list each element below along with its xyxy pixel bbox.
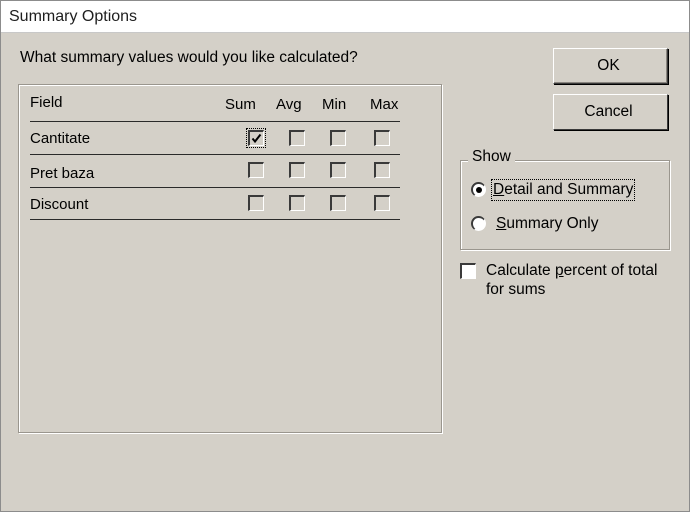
question-label: What summary values would you like calcu… [20,49,358,66]
field-label-cantitate: Cantitate [30,130,91,147]
header-divider [30,121,400,122]
summary-only-radio[interactable] [471,216,486,231]
cantitate-max-checkbox[interactable] [374,130,390,146]
show-group-legend: Show [468,148,515,166]
column-header-min: Min [322,96,347,113]
column-header-avg: Avg [276,96,302,113]
summary-only-label[interactable]: Summary Only [496,215,599,233]
column-header-field: Field [30,94,63,111]
radio-selected-dot [476,187,482,193]
dialog-title: Summary Options [9,8,138,25]
column-header-sum: Sum [225,96,256,113]
discount-avg-checkbox[interactable] [289,195,305,211]
calculate-percent-label[interactable]: Calculate percent of total for sums [486,261,657,299]
discount-min-checkbox[interactable] [330,195,346,211]
discount-sum-checkbox[interactable] [248,195,264,211]
title-bar[interactable]: Summary Options [1,1,689,33]
pret-baza-sum-checkbox[interactable] [248,162,264,178]
field-label-pret-baza: Pret baza [30,165,95,182]
column-header-max: Max [370,96,399,113]
ok-button[interactable]: OK [553,48,668,84]
discount-max-checkbox[interactable] [374,195,390,211]
field-label-discount: Discount [30,196,89,213]
row-divider [30,154,400,155]
calculate-percent-checkbox[interactable] [460,263,476,279]
pret-baza-avg-checkbox[interactable] [289,162,305,178]
pret-baza-min-checkbox[interactable] [330,162,346,178]
detail-and-summary-label[interactable]: Detail and Summary [490,179,636,201]
pret-baza-max-checkbox[interactable] [374,162,390,178]
checkmark-icon [251,133,262,144]
row-divider [30,219,400,220]
cancel-button[interactable]: Cancel [553,94,668,130]
cantitate-avg-checkbox[interactable] [289,130,305,146]
show-groupbox [460,160,670,250]
row-divider [30,187,400,188]
cantitate-min-checkbox[interactable] [330,130,346,146]
detail-and-summary-radio[interactable] [471,182,486,197]
cantitate-sum-checkbox[interactable] [246,128,266,148]
